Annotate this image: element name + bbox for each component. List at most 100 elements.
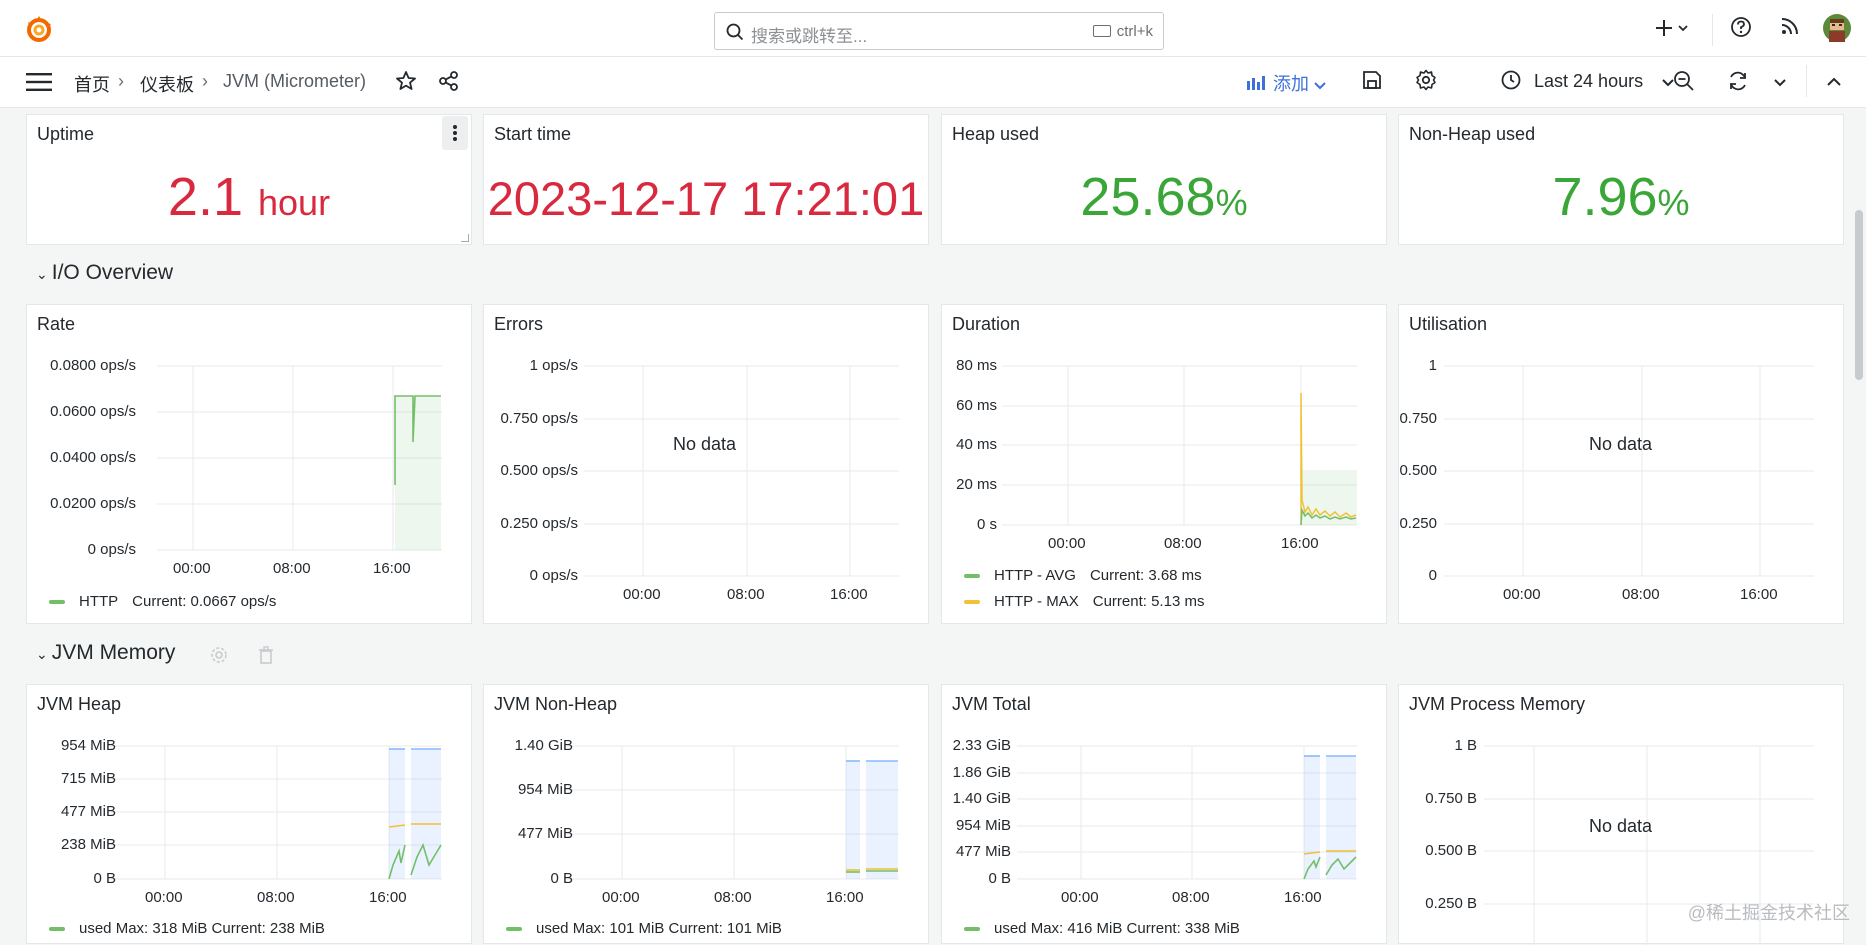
y-tick: 0 ops/s	[529, 567, 578, 584]
breadcrumb-home[interactable]: 首页	[74, 71, 110, 97]
dashboard-nav-bar: 首页 › 仪表板 › JVM (Micrometer) 添加 Last 24 h…	[0, 57, 1866, 108]
stat-panel-non-heap-used[interactable]: Non-Heap used 7.96%	[1398, 114, 1844, 245]
y-tick: 1	[1428, 357, 1437, 374]
row-title: JVM Memory	[51, 641, 176, 664]
zoom-out-button[interactable]	[1673, 70, 1695, 97]
y-tick: 1 ops/s	[529, 357, 578, 374]
row-title: I/O Overview	[51, 261, 174, 284]
y-tick: 0.500 B	[1425, 842, 1477, 859]
y-tick: 0.0200 ops/s	[50, 495, 136, 512]
panel-rate[interactable]: Rate 0.0800 ops/s 0.0600 ops/s 0.0400 op…	[26, 304, 472, 624]
x-tick: 08:00	[1172, 889, 1210, 906]
y-tick: 0.750	[1399, 410, 1437, 427]
y-tick: 954 MiB	[955, 817, 1011, 834]
x-tick: 08:00	[1164, 535, 1202, 552]
panel-utilisation[interactable]: Utilisation No data 1 0.750 0.500 0.250 …	[1398, 304, 1844, 624]
legend-item[interactable]: HTTP - AVG Current: 3.68 ms	[964, 567, 1202, 584]
page-scrollbar[interactable]	[1855, 210, 1863, 380]
time-range-picker[interactable]: Last 24 hours	[1501, 70, 1674, 92]
y-tick: 477 MiB	[955, 843, 1011, 860]
legend-item[interactable]: HTTP Current: 0.0667 ops/s	[49, 593, 276, 610]
y-tick: 0.500 ops/s	[500, 462, 578, 479]
x-tick: 00:00	[1503, 586, 1541, 603]
refresh-button[interactable]	[1727, 70, 1749, 97]
panel-jvm-non-heap[interactable]: JVM Non-Heap 1.40 GiB 954 MiB 477 MiB 0 …	[483, 684, 929, 944]
menu-toggle-button[interactable]	[26, 73, 52, 96]
x-tick: 08:00	[257, 889, 295, 906]
y-tick: 1.40 GiB	[952, 790, 1011, 807]
collapse-toolbar-button[interactable]	[1827, 74, 1841, 92]
y-tick: 0	[1428, 567, 1437, 584]
legend-item[interactable]: used Max: 101 MiB Current: 101 MiB	[506, 920, 782, 937]
keyboard-icon	[1092, 25, 1111, 37]
legend-text: used Max: 318 MiB Current: 238 MiB	[79, 920, 325, 937]
x-tick: 00:00	[1061, 889, 1099, 906]
x-tick: 00:00	[623, 586, 661, 603]
share-button[interactable]	[438, 70, 460, 97]
y-tick: 1.86 GiB	[952, 764, 1011, 781]
grafana-logo-icon[interactable]	[24, 14, 54, 44]
breadcrumb-dashboards[interactable]: 仪表板	[140, 71, 194, 97]
row-jvm-memory[interactable]: ⌄ JVM Memory	[36, 641, 175, 665]
panel-errors[interactable]: Errors No data 1 ops/s 0.750 ops/s 0.500…	[483, 304, 929, 624]
dashboard-settings-button[interactable]	[1415, 69, 1437, 96]
row-settings-button[interactable]	[210, 646, 228, 669]
y-tick: 20 ms	[956, 476, 997, 493]
row-delete-button[interactable]	[258, 646, 274, 669]
stat-number: 25.68	[1080, 167, 1216, 227]
toolbar-divider	[1806, 65, 1807, 97]
y-tick: 0.0800 ops/s	[50, 357, 136, 374]
stat-unit: %	[1657, 182, 1690, 223]
plus-icon	[1656, 20, 1688, 36]
refresh-interval-dropdown[interactable]	[1774, 74, 1786, 92]
save-dashboard-button[interactable]	[1362, 70, 1382, 95]
save-icon	[1363, 71, 1381, 89]
x-tick: 16:00	[1740, 586, 1778, 603]
search-icon	[726, 23, 744, 41]
y-tick: 0 B	[93, 870, 116, 887]
legend-current: Current: 3.68 ms	[1089, 567, 1202, 584]
panel-jvm-total[interactable]: JVM Total 2.33 GiB 1.86 GiB 1.40 GiB 954…	[941, 684, 1387, 944]
legend-swatch	[964, 927, 980, 932]
row-io-overview[interactable]: ⌄ I/O Overview	[36, 261, 173, 285]
legend-item[interactable]: used Max: 318 MiB Current: 238 MiB	[49, 920, 325, 937]
x-tick: 00:00	[602, 889, 640, 906]
news-button[interactable]	[1780, 16, 1800, 41]
search-input[interactable]: 搜索或跳转至... ctrl+k	[714, 12, 1164, 50]
legend-item[interactable]: HTTP - MAX Current: 5.13 ms	[964, 593, 1204, 610]
panel-menu-button[interactable]	[442, 116, 468, 150]
plus-menu-button[interactable]	[1655, 16, 1689, 45]
avatar-icon	[1823, 14, 1851, 42]
add-button[interactable]: 添加	[1246, 70, 1326, 96]
y-tick: 2.33 GiB	[952, 737, 1011, 754]
breadcrumb-current: JVM (Micrometer)	[223, 71, 366, 91]
favorite-button[interactable]	[395, 70, 417, 97]
stat-panel-uptime[interactable]: Uptime 2.1 hour	[26, 114, 472, 245]
utilisation-graph	[1444, 365, 1814, 577]
y-tick: 0.250 B	[1425, 895, 1477, 912]
add-panel-icon	[1247, 76, 1265, 90]
rss-icon	[1781, 18, 1798, 35]
help-button[interactable]	[1730, 16, 1752, 43]
stat-value: 2.1 hour	[27, 170, 471, 224]
legend-swatch	[506, 927, 522, 932]
panel-jvm-heap[interactable]: JVM Heap 954 MiB 715 MiB 477 MiB 238 MiB…	[26, 684, 472, 944]
stat-panel-heap-used[interactable]: Heap used 25.68%	[941, 114, 1387, 245]
gear-icon	[1416, 69, 1436, 91]
resize-handle-icon[interactable]	[461, 234, 469, 242]
y-tick: 40 ms	[956, 436, 997, 453]
legend-series-name: HTTP	[79, 593, 119, 610]
stat-panel-start-time[interactable]: Start time 2023-12-17 17:21:01	[483, 114, 929, 245]
legend-item[interactable]: used Max: 416 MiB Current: 338 MiB	[964, 920, 1240, 937]
no-data-message: No data	[1589, 816, 1653, 836]
panel-title: Uptime	[37, 124, 95, 144]
y-tick: 0.250 ops/s	[500, 515, 578, 532]
panel-duration[interactable]: Duration 80 ms 60 ms 40 ms 20 ms 0 s 00:…	[941, 304, 1387, 624]
y-tick: 1 B	[1454, 737, 1477, 754]
panel-title: Heap used	[952, 124, 1040, 144]
x-tick: 08:00	[714, 889, 752, 906]
breadcrumb-separator: ›	[202, 71, 208, 91]
y-tick: 0.0400 ops/s	[50, 449, 136, 466]
x-tick: 08:00	[273, 560, 311, 577]
avatar[interactable]	[1823, 14, 1851, 47]
